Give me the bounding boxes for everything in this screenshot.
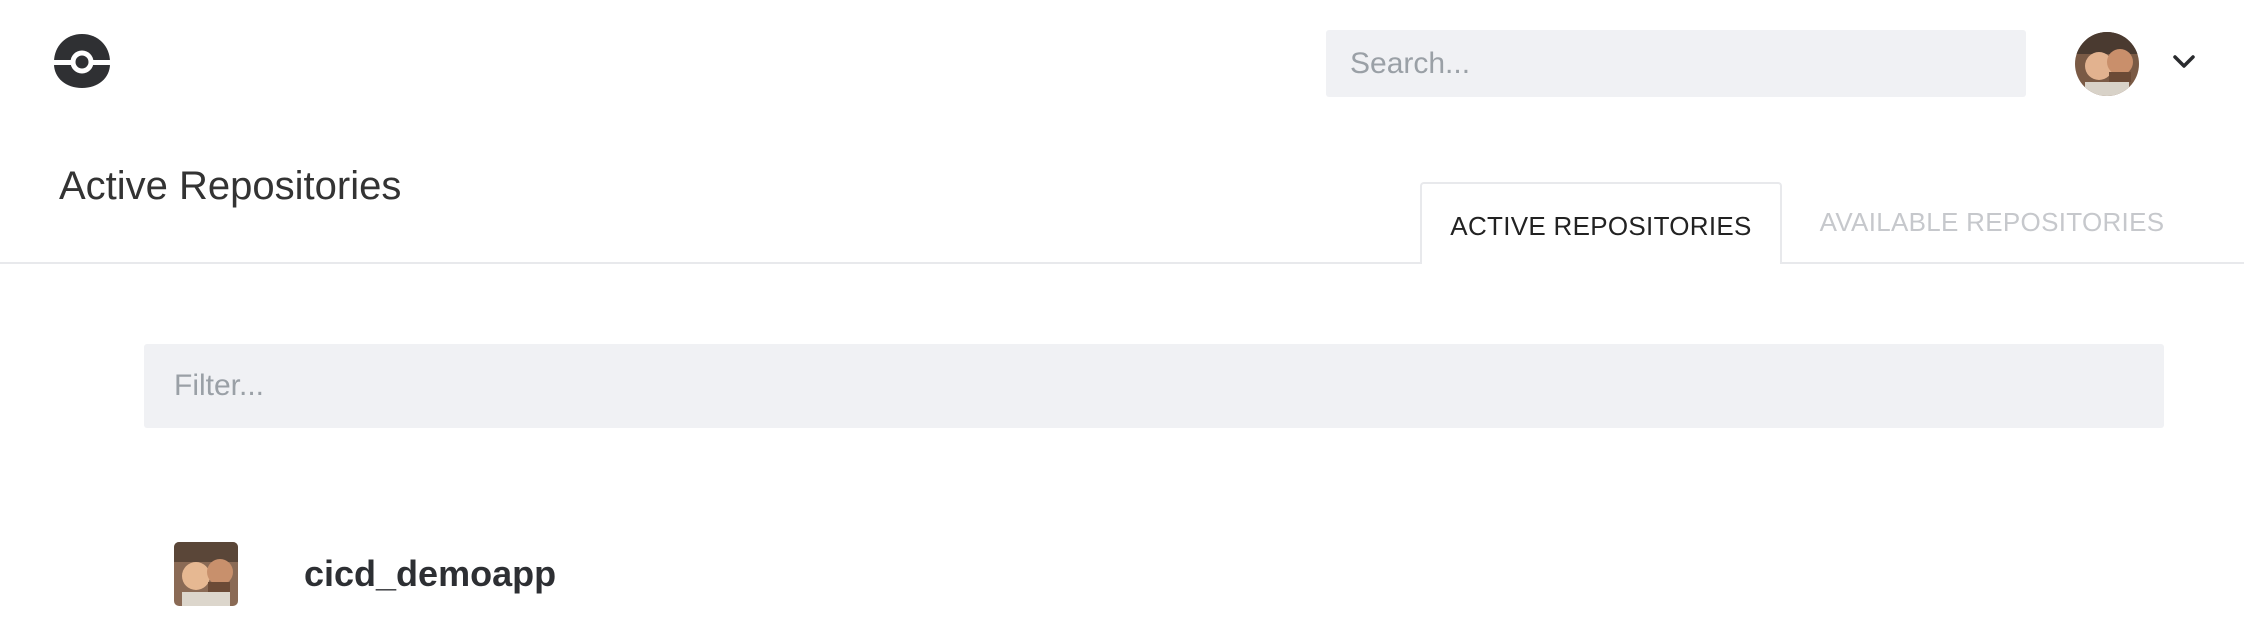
search-bar[interactable] — [1326, 30, 2026, 97]
tab-label: ACTIVE REPOSITORIES — [1450, 210, 1752, 241]
tabs-divider — [0, 262, 2244, 264]
repo-avatar-image — [174, 542, 238, 606]
repo-list-item[interactable]: cicd_demoapp — [172, 540, 2162, 610]
chevron-down-icon[interactable] — [2170, 48, 2198, 76]
user-avatar[interactable] — [2075, 32, 2139, 96]
filter-input[interactable] — [144, 368, 2164, 404]
user-avatar-image — [2075, 32, 2139, 96]
repo-name[interactable]: cicd_demoapp — [304, 556, 556, 592]
tab-available-repositories[interactable]: AVAILABLE REPOSITORIES — [1792, 182, 2192, 262]
tab-label: AVAILABLE REPOSITORIES — [1819, 206, 2165, 237]
search-input[interactable] — [1326, 45, 2026, 82]
page-title: Active Repositories — [59, 164, 402, 208]
drone-logo-icon[interactable] — [52, 32, 112, 90]
filter-bar[interactable] — [144, 344, 2164, 428]
tab-active-repositories[interactable]: ACTIVE REPOSITORIES — [1420, 182, 1782, 264]
repo-avatar — [174, 542, 238, 606]
